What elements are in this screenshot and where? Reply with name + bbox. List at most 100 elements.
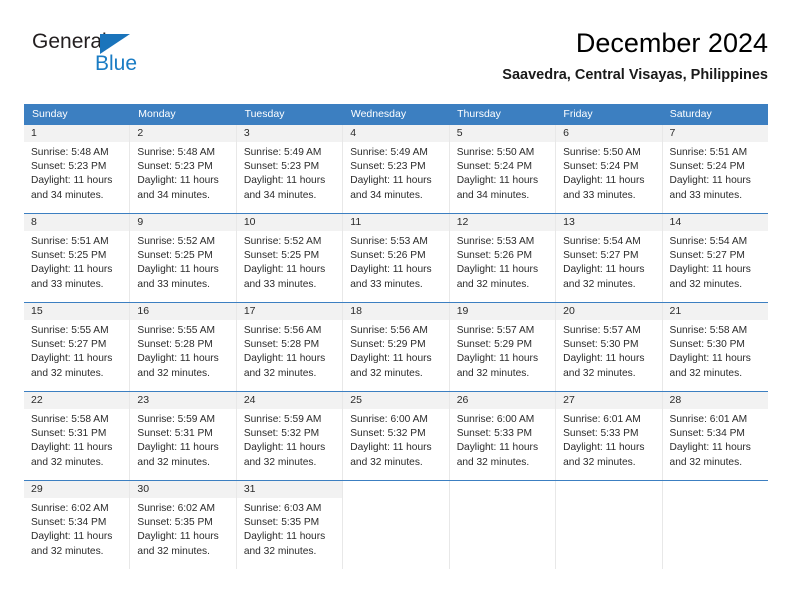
day-number: 29 — [31, 483, 43, 495]
day-cell[interactable]: 15 Sunrise: 5:55 AM Sunset: 5:27 PM Dayligh… — [24, 303, 131, 391]
day-cell[interactable]: 8 Sunrise: 5:51 AM Sunset: 5:25 PM Daylight… — [24, 214, 131, 302]
sunset-text: Sunset: 5:28 PM — [243, 339, 320, 351]
daylight-text-line2: and 33 minutes. — [563, 189, 636, 201]
daylight-text-line1: Daylight: 11 hours — [350, 442, 432, 454]
day-cell[interactable]: 30 Sunrise: 6:02 AM Sunset: 5:35 PM Dayligh… — [130, 481, 237, 569]
day-details: Sunrise: 5:55 AM Sunset: 5:27 PM Daylight:… — [24, 320, 129, 381]
sunset-text: Sunset: 5:24 PM — [669, 161, 745, 173]
day-cell[interactable]: 22 Sunrise: 5:58 AM Sunset: 5:31 PM Dayligh… — [24, 392, 131, 480]
day-cell[interactable]: 10 Sunrise: 5:52 AM Sunset: 5:25 PM Dayligh… — [236, 214, 344, 302]
sunset-text: Sunset: 5:26 PM — [456, 250, 533, 262]
day-cell[interactable]: 14 Sunrise: 5:54 AM Sunset: 5:27 PM Dayligh… — [662, 214, 768, 302]
day-details: Sunrise: 5:49 AM Sunset: 5:23 PM Daylight:… — [343, 142, 448, 203]
day-cell[interactable]: 18 Sunrise: 5:56 AM Sunset: 5:29 PM Dayligh… — [343, 303, 450, 391]
day-number: 6 — [563, 127, 569, 139]
page-header: General Blue December 2024 Saavedra, Cen… — [24, 26, 768, 98]
day-details: Sunrise: 6:03 AM Sunset: 5:35 PM Daylight:… — [237, 498, 342, 559]
day-number: 13 — [563, 216, 575, 228]
day-cell[interactable]: 1 Sunrise: 5:48 AM Sunset: 5:23 PM Daylight… — [24, 125, 131, 213]
daylight-text-line1: Daylight: 11 hours — [31, 175, 113, 187]
day-cell[interactable]: 11 Sunrise: 5:53 AM Sunset: 5:26 PM Dayligh… — [343, 214, 450, 302]
day-number: 18 — [350, 305, 362, 317]
day-head-empty — [449, 481, 556, 498]
day-cell[interactable]: 4 Sunrise: 5:49 AM Sunset: 5:23 PM Daylight… — [343, 125, 450, 213]
daylight-text-line1: Daylight: 11 hours — [31, 531, 113, 543]
day-cell[interactable]: 16 Sunrise: 5:55 AM Sunset: 5:28 PM Dayligh… — [130, 303, 237, 391]
day-cell[interactable]: 19 Sunrise: 5:57 AM Sunset: 5:29 PM Dayligh… — [449, 303, 557, 391]
day-cell[interactable]: 25 Sunrise: 6:00 AM Sunset: 5:32 PM Dayligh… — [343, 392, 450, 480]
day-number: 2 — [137, 127, 144, 139]
day-details: Sunrise: 5:54 AM Sunset: 5:27 PM Daylight:… — [663, 231, 768, 292]
day-details: Sunrise: 5:59 AM Sunset: 5:31 PM Daylight:… — [130, 409, 235, 470]
day-cell[interactable]: 13 Sunrise: 5:54 AM Sunset: 5:27 PM Dayligh… — [556, 214, 663, 302]
day-cell[interactable]: 21 Sunrise: 5:58 AM Sunset: 5:30 PM Dayligh… — [662, 303, 768, 391]
day-cell[interactable]: 3 Sunrise: 5:49 AM Sunset: 5:23 PM Daylight… — [236, 125, 344, 213]
sunrise-text: Sunrise: 6:02 AM — [137, 503, 216, 514]
sunset-text: Sunset: 5:26 PM — [350, 250, 426, 262]
day-cell[interactable]: 7 Sunrise: 5:51 AM Sunset: 5:24 PM Daylight… — [662, 125, 768, 213]
daylight-text-line2: and 34 minutes. — [31, 189, 104, 201]
daylight-text-line2: and 32 minutes. — [243, 545, 317, 557]
daylight-text-line1: Daylight: 11 hours — [669, 353, 751, 365]
daylight-text-line1: Daylight: 11 hours — [456, 442, 539, 454]
daylight-text-line2: and 33 minutes. — [669, 189, 743, 201]
daylight-text-line2: and 32 minutes. — [243, 456, 317, 468]
sunrise-text: Sunrise: 5:55 AM — [137, 325, 216, 336]
daylight-text-line2: and 32 minutes. — [456, 456, 530, 468]
sunset-text: Sunset: 5:23 PM — [243, 161, 320, 173]
daylight-text-line1: Daylight: 11 hours — [350, 264, 432, 276]
daylight-text-line2: and 32 minutes. — [669, 456, 743, 468]
weekday-wednesday: Wednesday — [350, 108, 407, 120]
day-details: Sunrise: 5:52 AM Sunset: 5:25 PM Daylight:… — [130, 231, 235, 292]
day-cell[interactable]: 17 Sunrise: 5:56 AM Sunset: 5:28 PM Dayligh… — [236, 303, 344, 391]
day-cell[interactable]: 20 Sunrise: 5:57 AM Sunset: 5:30 PM Dayligh… — [556, 303, 663, 391]
sunset-text: Sunset: 5:29 PM — [350, 339, 426, 351]
sunrise-text: Sunrise: 6:03 AM — [243, 503, 322, 514]
sunrise-text: Sunrise: 5:59 AM — [243, 414, 322, 425]
day-cell[interactable]: 28 Sunrise: 6:01 AM Sunset: 5:34 PM Dayligh… — [662, 392, 768, 480]
day-cell[interactable]: 12 Sunrise: 5:53 AM Sunset: 5:26 PM Dayligh… — [449, 214, 557, 302]
sunset-text: Sunset: 5:34 PM — [31, 517, 107, 529]
day-cell[interactable]: 31 Sunrise: 6:03 AM Sunset: 5:35 PM Dayligh… — [236, 481, 344, 569]
day-cell[interactable]: 9 Sunrise: 5:52 AM Sunset: 5:25 PM Daylight… — [130, 214, 237, 302]
day-number: 14 — [669, 216, 682, 228]
week-row: 1 Sunrise: 5:48 AM Sunset: 5:23 PM Daylight… — [24, 124, 768, 213]
sunrise-text: Sunrise: 5:57 AM — [563, 325, 641, 336]
sunrise-text: Sunrise: 6:00 AM — [456, 414, 535, 425]
sunrise-text: Sunrise: 6:01 AM — [669, 414, 748, 425]
daylight-text-line1: Daylight: 11 hours — [243, 353, 326, 365]
sunset-text: Sunset: 5:30 PM — [563, 339, 639, 351]
day-cell[interactable]: 5 Sunrise: 5:50 AM Sunset: 5:24 PM Daylight… — [449, 125, 557, 213]
weekday-header-row: Sunday Monday Tuesday Wednesday Thursday… — [24, 104, 768, 124]
general-blue-logo[interactable]: General Blue — [32, 30, 162, 84]
logo-triangle-icon — [100, 34, 130, 54]
day-number: 15 — [31, 305, 43, 317]
day-cell-empty — [662, 481, 768, 569]
day-cell[interactable]: 24 Sunrise: 5:59 AM Sunset: 5:32 PM Dayligh… — [236, 392, 344, 480]
sunset-text: Sunset: 5:32 PM — [243, 428, 320, 440]
day-cell[interactable]: 26 Sunrise: 6:00 AM Sunset: 5:33 PM Dayligh… — [449, 392, 557, 480]
day-cell[interactable]: 23 Sunrise: 5:59 AM Sunset: 5:31 PM Dayligh… — [130, 392, 237, 480]
daylight-text-line2: and 33 minutes. — [350, 278, 423, 290]
sunrise-text: Sunrise: 5:59 AM — [137, 414, 216, 425]
daylight-text-line1: Daylight: 11 hours — [243, 264, 326, 276]
sunrise-text: Sunrise: 5:51 AM — [669, 147, 748, 158]
daylight-text-line1: Daylight: 11 hours — [243, 442, 326, 454]
sunrise-text: Sunrise: 5:53 AM — [350, 236, 428, 247]
day-cell[interactable]: 29 Sunrise: 6:02 AM Sunset: 5:34 PM Dayligh… — [24, 481, 131, 569]
sunset-text: Sunset: 5:23 PM — [137, 161, 213, 173]
daylight-text-line2: and 32 minutes. — [350, 367, 423, 379]
day-cell-empty — [449, 481, 557, 569]
day-number: 28 — [669, 394, 682, 406]
daylight-text-line1: Daylight: 11 hours — [456, 353, 539, 365]
day-number: 23 — [137, 394, 150, 406]
daylight-text-line2: and 34 minutes. — [456, 189, 530, 201]
day-details: Sunrise: 5:51 AM Sunset: 5:25 PM Daylight:… — [24, 231, 129, 292]
day-details: Sunrise: 5:52 AM Sunset: 5:25 PM Daylight:… — [237, 231, 342, 292]
day-cell[interactable]: 2 Sunrise: 5:48 AM Sunset: 5:23 PM Daylight… — [130, 125, 237, 213]
weekday-thursday: Thursday — [457, 108, 501, 120]
day-details: Sunrise: 5:51 AM Sunset: 5:24 PM Daylight:… — [663, 142, 768, 203]
day-cell[interactable]: 27 Sunrise: 6:01 AM Sunset: 5:33 PM Dayligh… — [556, 392, 663, 480]
sunrise-text: Sunrise: 5:55 AM — [31, 325, 109, 336]
day-cell[interactable]: 6 Sunrise: 5:50 AM Sunset: 5:24 PM Daylight… — [556, 125, 663, 213]
